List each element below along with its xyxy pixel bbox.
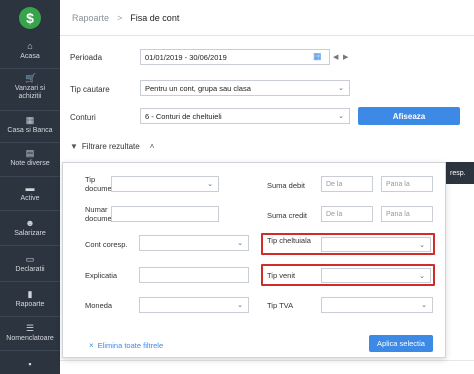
- sidebar-item-declaratii[interactable]: ▭ Declaratii: [0, 255, 60, 274]
- sidebar-item-nomenclatoare[interactable]: ☰ Nomenclatoare: [0, 324, 60, 343]
- tip-venit-select[interactable]: ⌄: [321, 268, 431, 283]
- tip-cheltuiala-select[interactable]: ⌄: [321, 237, 431, 252]
- tip-cautare-label: Tip cautare: [70, 85, 110, 94]
- afiseaza-button[interactable]: Afiseaza: [358, 107, 460, 125]
- prev-period-icon[interactable]: ◀: [333, 53, 338, 61]
- moneda-select[interactable]: ⌄: [139, 297, 249, 313]
- sidebar-item-casa[interactable]: ▦ Casa si Banca: [0, 116, 60, 135]
- tip-document-select[interactable]: ⌄: [111, 176, 219, 192]
- suma-credit-to-input[interactable]: Pana la: [381, 206, 433, 222]
- sidebar-item-vanzari[interactable]: 🛒 Vanzari si achizitii: [0, 74, 60, 101]
- cart-icon: 🛒: [25, 73, 37, 83]
- logo-icon: $: [19, 7, 41, 29]
- chevron-up-icon: ˄: [149, 142, 155, 151]
- conturi-label: Conturi: [70, 113, 96, 122]
- document-icon: ▭: [25, 254, 35, 264]
- chevron-down-icon: ⌄: [338, 85, 344, 92]
- chevron-down-icon: ⌄: [207, 181, 213, 188]
- chart-icon: ▮: [27, 289, 33, 299]
- panel-icon: ▪: [28, 359, 32, 369]
- logo-area[interactable]: $: [0, 0, 60, 36]
- bank-icon: ▦: [25, 115, 35, 125]
- sidebar-item-active[interactable]: ▬ Active: [0, 184, 60, 203]
- sidebar-item-acasa[interactable]: ⌂ Acasa: [0, 42, 60, 61]
- suma-debit-from-input[interactable]: De la: [321, 176, 373, 192]
- close-icon: ×: [89, 341, 94, 350]
- tip-tva-label: Tip TVA: [267, 301, 294, 310]
- breadcrumb-parent[interactable]: Rapoarte: [72, 13, 109, 23]
- suma-credit-label: Suma credit: [267, 211, 308, 220]
- next-period-icon[interactable]: ▶: [343, 53, 348, 61]
- people-icon: ☻: [25, 218, 35, 228]
- chevron-down-icon: ⌄: [237, 240, 243, 247]
- apply-filters-button[interactable]: Aplica selectia: [369, 335, 433, 352]
- perioada-label: Perioada: [70, 53, 103, 62]
- calendar-icon[interactable]: ▦: [313, 51, 322, 62]
- tip-cheltuiala-label: Tip cheltuiala: [267, 236, 311, 245]
- explicatia-label: Explicatia: [85, 271, 118, 280]
- explicatia-input[interactable]: [139, 267, 249, 283]
- chevron-down-icon: ⌄: [338, 113, 344, 120]
- tip-cautare-select[interactable]: Pentru un cont, grupa sau clasa ⌄: [140, 80, 350, 96]
- page-title: Fisa de cont: [130, 12, 180, 23]
- breadcrumb: Rapoarte > Fisa de cont: [60, 0, 474, 36]
- conturi-select[interactable]: 6 - Conturi de cheltuieli ⌄: [140, 108, 350, 124]
- suma-credit-from-input[interactable]: De la: [321, 206, 373, 222]
- suma-debit-label: Suma debit: [267, 181, 305, 190]
- tip-tva-select[interactable]: ⌄: [321, 297, 433, 313]
- tip-venit-label: Tip venit: [267, 271, 296, 280]
- chevron-down-icon: ⌄: [419, 241, 425, 249]
- list-icon: ☰: [25, 323, 35, 333]
- moneda-label: Moneda: [85, 301, 113, 310]
- suma-debit-to-input[interactable]: Pana la: [381, 176, 433, 192]
- car-icon: ▬: [25, 183, 35, 193]
- chevron-down-icon: ⌄: [237, 302, 243, 309]
- sidebar-item-rapoarte[interactable]: ▮ Rapoarte: [0, 290, 60, 309]
- breadcrumb-separator: >: [117, 12, 123, 23]
- sidebar-item-salarizare[interactable]: ☻ Salarizare: [0, 219, 60, 238]
- table-header-fragment: resp.: [446, 162, 474, 184]
- filter-popup: Tip document ⌄ Numar document Cont cores…: [62, 162, 446, 358]
- perioada-input[interactable]: 01/01/2019 - 30/06/2019: [140, 49, 330, 65]
- numar-document-input[interactable]: [111, 206, 219, 222]
- sidebar-item-note[interactable]: ▤ Note diverse: [0, 149, 60, 168]
- filter-icon: ▼: [70, 142, 78, 151]
- sidebar: $ ⌂ Acasa 🛒 Vanzari si achizitii ▦ Casa …: [0, 0, 60, 374]
- cont-coresp-label: Cont coresp.: [85, 240, 128, 249]
- notes-icon: ▤: [25, 148, 35, 158]
- cont-coresp-select[interactable]: ⌄: [139, 235, 249, 251]
- chevron-down-icon: ⌄: [419, 272, 425, 280]
- home-icon: ⌂: [27, 41, 33, 51]
- clear-filters-link[interactable]: × Elimina toate filtrele: [89, 341, 163, 350]
- filtrare-toggle[interactable]: ▼ Filtrare rezultate ˄: [70, 142, 154, 151]
- chevron-down-icon: ⌄: [421, 302, 427, 309]
- sidebar-item-panou[interactable]: ▪: [0, 360, 60, 371]
